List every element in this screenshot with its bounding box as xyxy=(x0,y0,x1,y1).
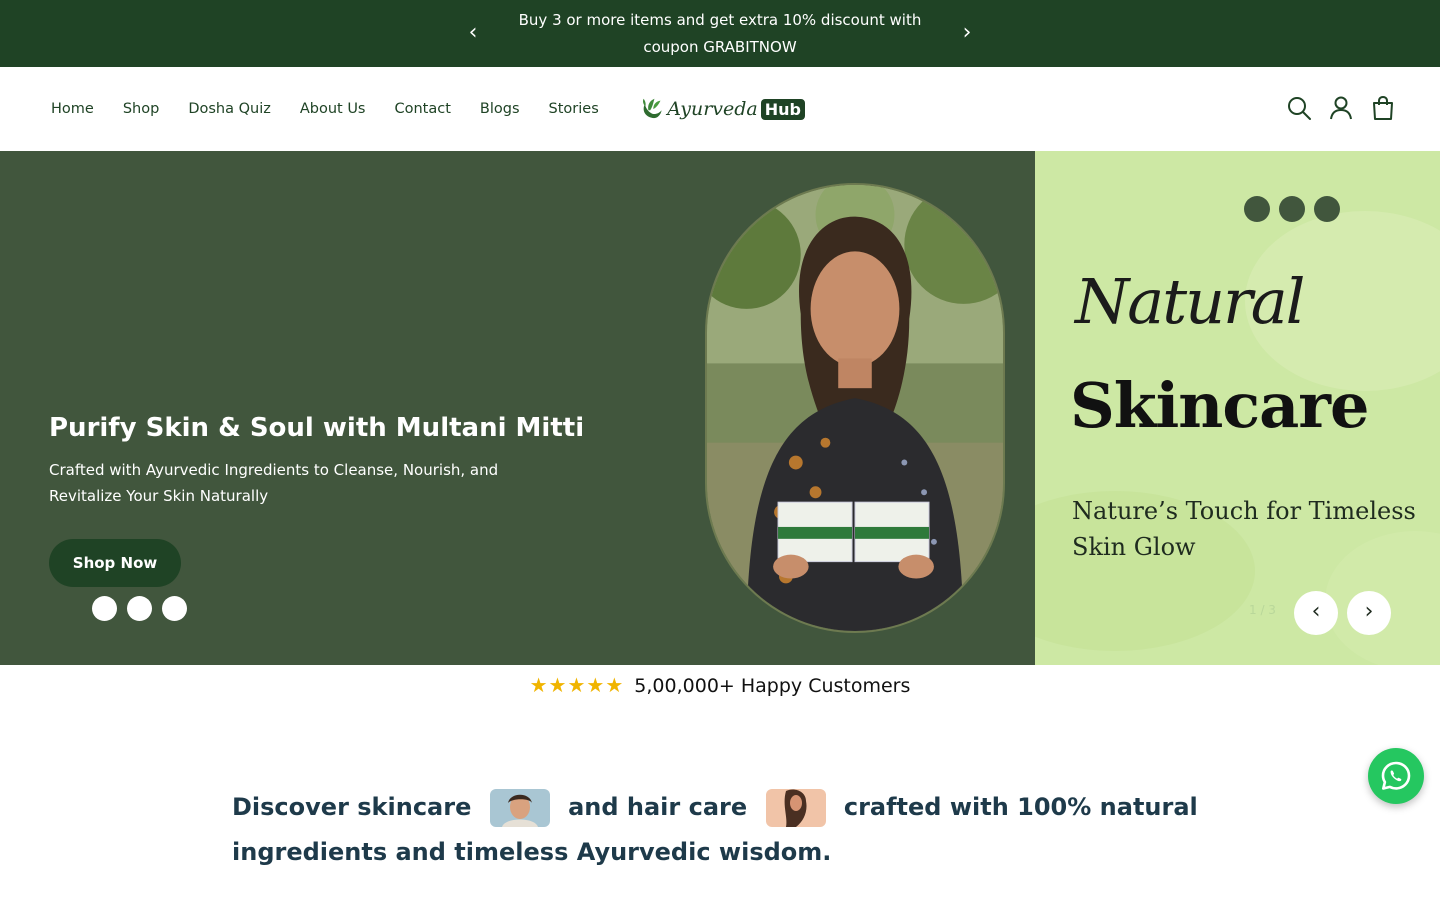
nav-shop[interactable]: Shop xyxy=(123,101,159,117)
slider-prev-button[interactable]: ‹ xyxy=(1294,591,1338,635)
hero-slide-dots xyxy=(92,596,197,621)
discover-part-1: Discover skincare xyxy=(232,793,472,821)
leaf-logo-icon xyxy=(643,98,662,119)
nav-contact[interactable]: Contact xyxy=(395,101,451,117)
announcement-prev-button[interactable]: ‹ xyxy=(461,20,485,46)
logo-badge: Hub xyxy=(760,98,805,120)
slide-counter: 1 / 3 xyxy=(1249,603,1276,617)
whatsapp-icon xyxy=(1381,761,1411,790)
hero-slide: Purify Skin & Soul with Multani Mitti Cr… xyxy=(0,151,1035,665)
banner-dots xyxy=(1244,196,1349,222)
site-header: Home Shop Dosha Quiz About Us Contact Bl… xyxy=(0,67,1440,151)
header-actions xyxy=(1270,95,1396,121)
banner-dot-1[interactable] xyxy=(1244,196,1270,222)
rating-text: 5,00,000+ Happy Customers xyxy=(634,675,911,697)
account-icon[interactable] xyxy=(1328,95,1354,121)
search-icon[interactable] xyxy=(1286,95,1312,121)
discover-part-2: and hair care xyxy=(568,793,748,821)
star-rating-icon: ★★★★★ xyxy=(529,673,625,697)
hero-model-image xyxy=(705,183,1005,633)
customer-rating: ★★★★★ 5,00,000+ Happy Customers xyxy=(0,673,1440,697)
chevron-right-icon: › xyxy=(962,20,972,45)
haircare-thumbnail xyxy=(765,789,826,827)
announcement-text: Buy 3 or more items and get extra 10% di… xyxy=(518,11,922,56)
banner-script-word: Natural xyxy=(1075,265,1305,338)
hero-dot-1[interactable] xyxy=(92,596,117,621)
discover-statement: Discover skincare and hair care crafted … xyxy=(232,785,1222,875)
banner-dot-2[interactable] xyxy=(1279,196,1305,222)
slider-next-button[interactable]: › xyxy=(1347,591,1391,635)
chevron-right-icon: › xyxy=(1364,599,1374,624)
nav-home[interactable]: Home xyxy=(51,101,94,117)
banner-headline: Skincare xyxy=(1070,369,1369,442)
chevron-left-icon: ‹ xyxy=(468,20,478,45)
skincare-thumbnail xyxy=(489,789,550,827)
cart-icon[interactable] xyxy=(1370,95,1396,121)
nav-about-us[interactable]: About Us xyxy=(300,101,366,117)
site-logo[interactable]: Ayurveda Hub xyxy=(640,87,805,131)
announcement-next-button[interactable]: › xyxy=(955,20,979,46)
nav-blogs[interactable]: Blogs xyxy=(480,101,520,117)
chevron-left-icon: ‹ xyxy=(1311,599,1321,624)
logo-text: Ayurveda xyxy=(667,98,758,120)
nav-dosha-quiz[interactable]: Dosha Quiz xyxy=(188,101,271,117)
hero-dot-3[interactable] xyxy=(162,596,187,621)
hero-dot-2[interactable] xyxy=(127,596,152,621)
banner-dot-3[interactable] xyxy=(1314,196,1340,222)
whatsapp-chat-button[interactable] xyxy=(1368,748,1424,804)
announcement-bar: ‹ Buy 3 or more items and get extra 10% … xyxy=(0,0,1440,67)
hero-subtitle: Crafted with Ayurvedic Ingredients to Cl… xyxy=(49,461,499,505)
banner-tagline: Nature’s Touch for Timeless Skin Glow xyxy=(1072,497,1416,561)
skincare-banner: Natural Skincare Nature’s Touch for Time… xyxy=(1035,151,1440,665)
hero-title: Purify Skin & Soul with Multani Mitti xyxy=(49,413,585,443)
main-nav: Home Shop Dosha Quiz About Us Contact Bl… xyxy=(51,67,628,151)
shop-now-button[interactable]: Shop Now xyxy=(49,539,181,587)
nav-stories[interactable]: Stories xyxy=(549,101,599,117)
